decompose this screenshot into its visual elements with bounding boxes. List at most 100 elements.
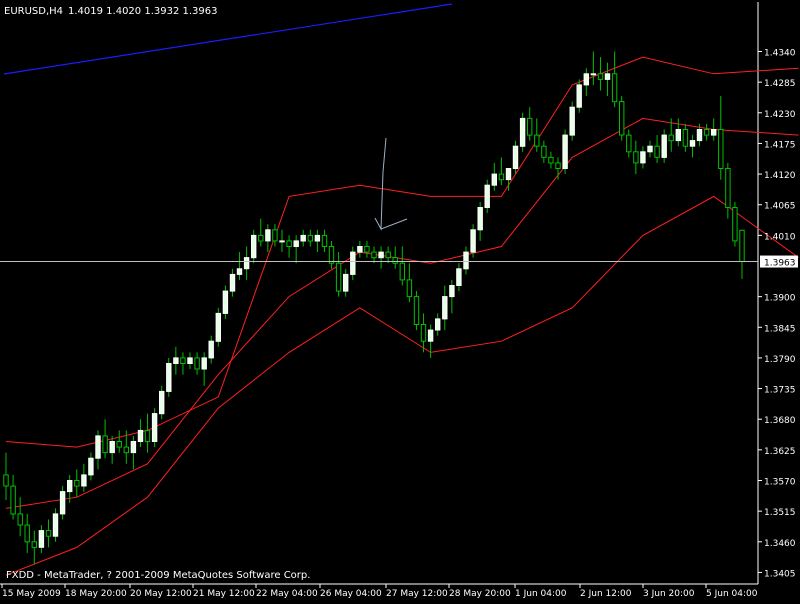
candle-body-bear xyxy=(406,279,413,298)
candle-body-bear xyxy=(328,246,335,264)
candle-body-bear xyxy=(385,251,391,259)
candle-body-bull xyxy=(675,129,681,142)
price-tick-label: 1.3405 xyxy=(764,569,796,579)
candle-body-bull xyxy=(215,312,222,342)
candle-body-bull xyxy=(159,390,165,415)
candle-body-bull xyxy=(137,429,144,442)
price-tick-label: 1.4285 xyxy=(764,79,796,89)
candle-body-bear xyxy=(420,324,427,342)
candle-body-bear xyxy=(626,134,632,153)
candle-body-bear xyxy=(321,234,328,247)
candle-body-bear xyxy=(286,240,292,247)
candle-body-bull xyxy=(505,168,512,181)
time-tick-label: 2 Jun 12:00 xyxy=(580,589,632,599)
time-tick-label: 28 May 20:00 xyxy=(449,589,511,599)
candle-body-bull xyxy=(251,234,257,259)
candle-body-bull xyxy=(151,413,158,443)
candle-body-bull xyxy=(173,357,179,364)
price-tick-label: 1.3845 xyxy=(764,324,796,334)
candle-body-bull xyxy=(569,106,575,136)
candle-body-bull xyxy=(95,435,101,459)
candle-body-bear xyxy=(498,173,505,181)
candle-body-bear xyxy=(527,117,533,136)
candle-body-bull xyxy=(463,251,469,270)
candle-body-bull xyxy=(314,234,321,242)
candle-body-bull xyxy=(456,268,462,286)
candle-body-bull xyxy=(604,73,611,80)
candle-body-bear xyxy=(364,246,370,253)
candle-body-bull xyxy=(640,151,646,164)
candle-body-bear xyxy=(399,262,406,281)
candle-body-bear xyxy=(371,251,377,259)
price-tick-label: 1.4340 xyxy=(764,49,796,59)
candle-body-bull xyxy=(484,184,490,208)
candle-body-bull xyxy=(562,134,568,170)
candle-body-bear xyxy=(31,541,37,548)
candle-body-bear xyxy=(144,429,151,442)
candle-body-bear xyxy=(307,234,314,242)
candle-body-bull xyxy=(378,251,384,259)
candle-body-bull xyxy=(449,285,455,298)
candle-body-bear xyxy=(541,145,547,158)
price-tick-label: 1.3460 xyxy=(764,539,796,549)
chart-window[interactable]: 1.4340 1.4285 1.4230 1.4175 1.4120 1.4065 1.40… xyxy=(0,0,800,600)
price-chart[interactable]: 1.4340 1.4285 1.4230 1.4175 1.4120 1.4065 1.40… xyxy=(0,0,800,600)
candle-body-bear xyxy=(24,524,30,543)
time-tick-label: 5 Jun 04:00 xyxy=(706,589,758,599)
candle-body-bull xyxy=(343,273,349,292)
candle-body-bull xyxy=(689,140,696,147)
candle-body-bear xyxy=(725,168,731,208)
candle-body-bear xyxy=(732,207,738,242)
candle-body-bull xyxy=(67,480,73,493)
candle-body-bear xyxy=(10,485,16,515)
candle-body-bull xyxy=(696,129,703,142)
candle-body-bear xyxy=(272,229,278,242)
price-tick-label: 1.3625 xyxy=(764,447,796,457)
candle-body-bull xyxy=(88,457,94,476)
chart-symbol-label: EURUSD,H4 xyxy=(4,6,63,17)
candle-body-bear xyxy=(116,441,122,448)
candle-body-bear xyxy=(597,73,604,80)
price-tick-label: 1.4175 xyxy=(764,140,796,150)
candle-body-bear xyxy=(619,101,625,136)
price-tick-label: 1.4230 xyxy=(764,110,796,120)
candle-body-bull xyxy=(222,290,229,314)
price-tick-label: 1.4010 xyxy=(764,232,796,242)
candle-body-bear xyxy=(45,530,52,537)
candle-body-bear xyxy=(739,229,745,263)
candle-body-bull xyxy=(350,251,356,275)
price-tick-label: 1.3790 xyxy=(764,355,796,365)
candle-body-bear xyxy=(335,262,342,292)
time-tick-label: 22 May 04:00 xyxy=(256,589,318,599)
chart-background xyxy=(0,0,800,600)
candle-body-bull xyxy=(130,441,137,454)
candle-body-bull xyxy=(576,84,582,108)
candle-body-bear xyxy=(3,474,9,487)
candle-body-bear xyxy=(654,145,660,158)
time-tick-label: 1 Jun 04:00 xyxy=(515,589,567,599)
candle-body-bull xyxy=(229,273,236,292)
time-tick-label: 18 May 20:00 xyxy=(65,589,127,599)
candle-body-bull xyxy=(201,357,207,370)
candle-body-bull xyxy=(590,73,597,76)
price-tick-label: 1.3515 xyxy=(764,508,796,518)
candle-body-bull xyxy=(243,257,250,270)
candle-body-bear xyxy=(392,257,398,264)
candle-body-bull xyxy=(187,357,193,364)
price-tick-label: 1.3680 xyxy=(764,416,796,426)
time-tick-label: 20 May 12:00 xyxy=(130,589,192,599)
candle-body-bear xyxy=(611,73,618,103)
candle-body-bear xyxy=(668,134,674,142)
candle-body-bull xyxy=(293,240,299,247)
price-tick-label: 1.3900 xyxy=(764,294,796,304)
candle-body-bear xyxy=(682,129,689,147)
candle-body-bull xyxy=(491,173,498,186)
current-price-label: 1.3963 xyxy=(764,259,796,269)
price-tick-label: 1.3735 xyxy=(764,386,796,396)
price-tick-label: 1.4065 xyxy=(764,202,796,212)
candle-body-bear xyxy=(17,513,23,526)
candle-body-bull xyxy=(265,229,271,242)
candle-body-bear xyxy=(555,162,561,169)
candle-body-bull xyxy=(583,73,589,86)
candle-body-bull xyxy=(236,268,243,275)
